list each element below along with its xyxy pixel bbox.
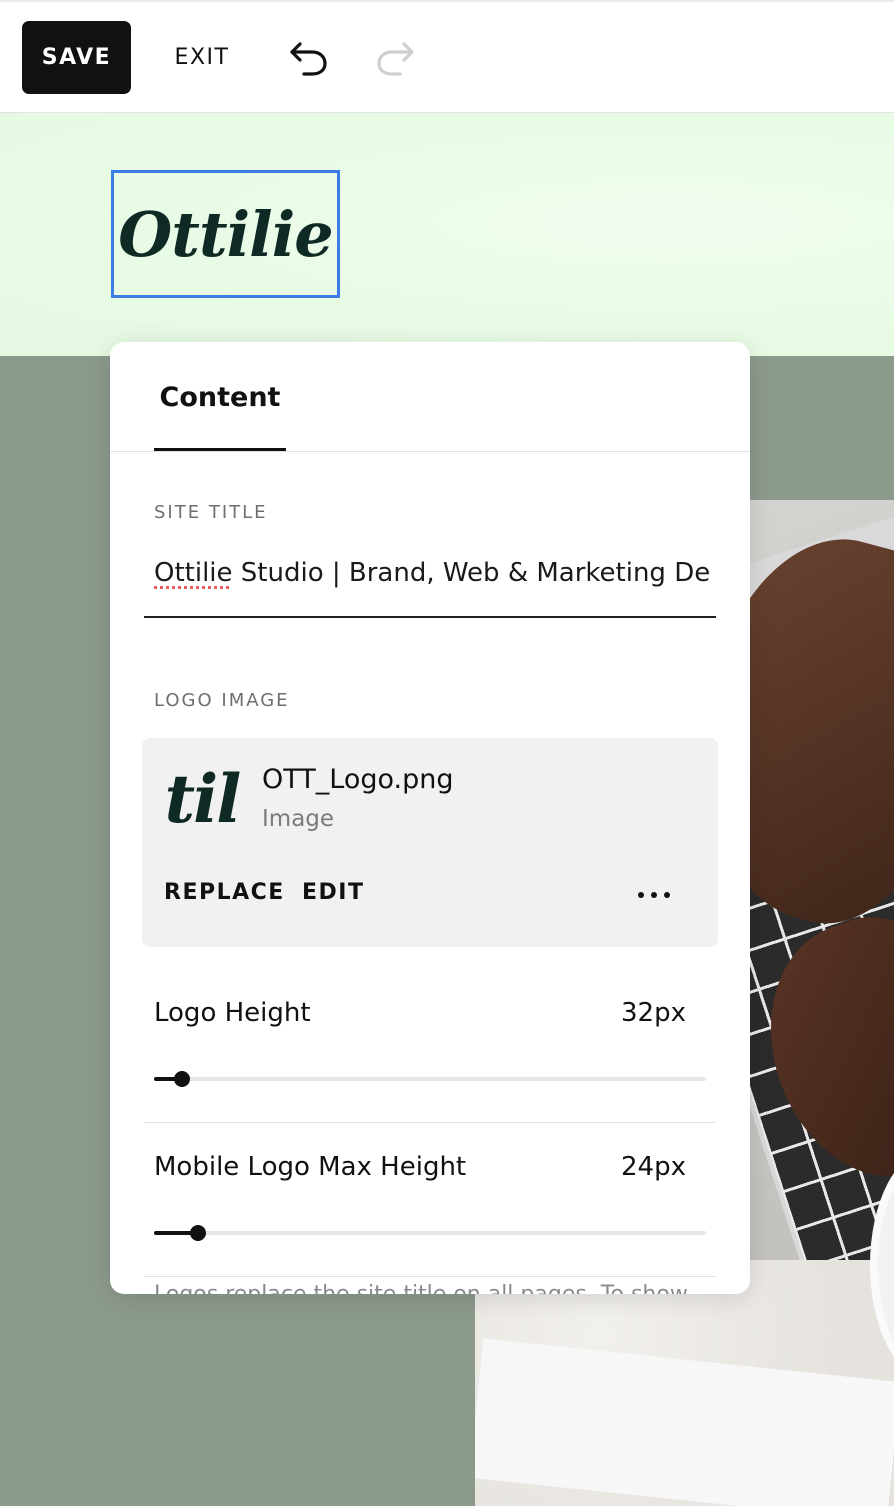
site-title-rest: Studio | Brand, Web & Marketing De [232,558,711,588]
site-logo-selected[interactable]: Ottilie [111,170,340,298]
more-options-icon[interactable] [638,888,682,902]
site-title-label: SITE TITLE [154,502,268,523]
logo-image-card: til OTT_Logo.png Image REPLACE EDIT [142,738,718,947]
mobile-logo-height-label: Mobile Logo Max Height [154,1152,467,1182]
editor-screen: SAVE EXIT Ottilie Content SITE TITLE Ott… [0,0,894,1506]
site-logo-text: Ottilie [118,197,333,271]
logo-help-text: Logos replace the site title on all page… [154,1282,688,1294]
logo-height-value: 32px [621,998,686,1028]
logo-settings-panel: Content SITE TITLE Ottilie Studio | Bran… [110,342,750,1294]
undo-icon[interactable] [286,38,332,78]
setting-divider [144,1122,716,1123]
setting-divider [144,1276,716,1277]
exit-button[interactable]: EXIT [164,21,240,94]
save-button[interactable]: SAVE [22,21,131,94]
tab-content[interactable]: Content [154,342,286,452]
logo-height-slider-thumb[interactable] [173,1071,190,1087]
redo-icon[interactable] [374,38,420,78]
logo-thumbnail: til [164,762,240,836]
replace-button[interactable]: REPLACE [164,880,285,905]
mobile-logo-height-slider-thumb[interactable] [190,1225,207,1241]
mobile-logo-height-slider[interactable] [154,1225,706,1241]
mobile-logo-height-value: 24px [621,1152,686,1182]
logo-file-type: Image [262,806,335,832]
tab-divider [110,451,750,452]
site-title-input[interactable]: Ottilie Studio | Brand, Web & Marketing … [144,550,716,618]
site-title-first-word: Ottilie [154,558,233,588]
top-toolbar: SAVE EXIT [0,0,894,113]
logo-file-name: OTT_Logo.png [262,764,454,795]
logo-height-label: Logo Height [154,998,311,1028]
edit-button[interactable]: EDIT [302,880,364,905]
logo-image-label: LOGO IMAGE [154,690,290,711]
logo-height-slider[interactable] [154,1071,706,1087]
